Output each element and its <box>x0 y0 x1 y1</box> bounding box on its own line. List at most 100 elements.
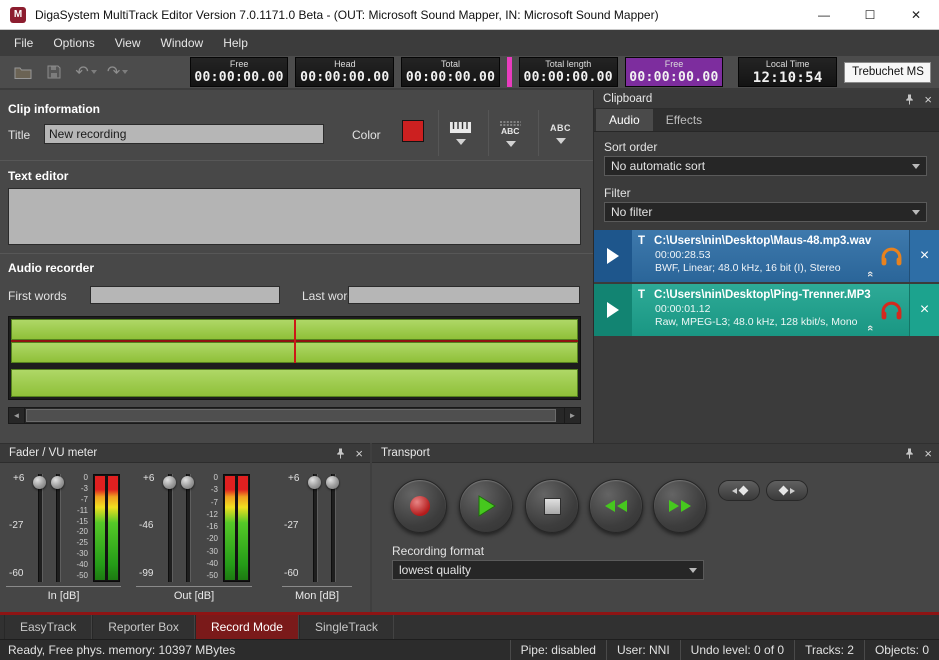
tab-effects[interactable]: Effects <box>653 109 715 131</box>
text-editor-area[interactable] <box>8 188 581 245</box>
clipboard-entry-1[interactable]: T C:\Users\nin\Desktop\Maus-48.mp3.wav 0… <box>594 230 939 282</box>
maximize-button[interactable]: ☐ <box>847 0 893 30</box>
time-label: Total length <box>545 59 591 70</box>
window-title: DigaSystem MultiTrack Editor Version 7.0… <box>35 8 659 22</box>
audio-recorder-title: Audio recorder <box>8 261 94 275</box>
mon-group-label: Mon [dB] <box>282 586 352 602</box>
abc-button[interactable]: ABC <box>538 110 582 156</box>
fader-knob[interactable] <box>181 476 194 489</box>
marker-in-button[interactable] <box>718 480 760 501</box>
time-label: Local Time <box>766 59 810 70</box>
sort-order-label: Sort order <box>604 140 657 154</box>
menubar: File Options View Window Help <box>0 30 939 56</box>
entry-close-button[interactable]: × <box>909 230 939 282</box>
toolbar: ↶ ↷ Free 00:00:00.00 Head 00:00:00.00 To… <box>0 56 939 90</box>
fader-mon-right[interactable] <box>326 474 340 582</box>
sort-order-select[interactable]: No automatic sort <box>604 156 927 176</box>
menu-window[interactable]: Window <box>151 31 214 55</box>
filter-select[interactable]: No filter <box>604 202 927 222</box>
fader-knob[interactable] <box>308 476 321 489</box>
menu-view[interactable]: View <box>105 31 151 55</box>
fader-mon-left[interactable] <box>308 474 322 582</box>
font-select-button[interactable]: Trebuchet MS <box>844 62 931 83</box>
save-button[interactable] <box>40 59 70 85</box>
close-panel-icon[interactable]: × <box>355 447 363 460</box>
headphones-icon <box>880 246 903 267</box>
entry-close-button[interactable]: × <box>909 284 939 336</box>
pin-icon[interactable] <box>904 94 915 105</box>
play-icon <box>476 494 497 518</box>
vu-bar-right <box>238 476 248 580</box>
tab-singletrack[interactable]: SingleTrack <box>299 615 394 639</box>
pin-icon[interactable] <box>335 448 346 459</box>
fader-knob[interactable] <box>326 476 339 489</box>
pin-icon[interactable] <box>904 448 915 459</box>
collapse-chevrons-icon[interactable]: « <box>866 271 874 277</box>
fader-knob[interactable] <box>163 476 176 489</box>
first-words-input[interactable] <box>90 286 280 304</box>
headphones-icon <box>880 300 903 321</box>
recorder-waveform-display[interactable] <box>8 316 581 400</box>
collapse-chevrons-icon[interactable]: « <box>866 325 874 331</box>
toolbar-magenta-stripe <box>507 57 512 87</box>
clipboard-tabs: Audio Effects <box>594 109 939 132</box>
close-panel-icon[interactable]: × <box>924 93 932 106</box>
menu-options[interactable]: Options <box>43 31 104 55</box>
redo-dropdown-arrow <box>122 70 128 74</box>
last-words-input[interactable] <box>348 286 580 304</box>
fader-out-right[interactable] <box>181 474 195 582</box>
prelisten-button[interactable] <box>874 230 909 282</box>
redo-button[interactable]: ↷ <box>103 59 133 85</box>
tab-record-mode[interactable]: Record Mode <box>195 615 299 639</box>
fader-out-left[interactable] <box>163 474 177 582</box>
recording-format-select[interactable]: lowest quality <box>392 560 704 580</box>
clip-color-swatch[interactable] <box>402 120 424 142</box>
entry-duration: 00:00:01.12 <box>655 303 870 315</box>
fast-forward-button[interactable] <box>653 479 707 533</box>
playhead-cursor[interactable] <box>294 319 296 363</box>
menu-file[interactable]: File <box>4 31 43 55</box>
tab-reporter-box[interactable]: Reporter Box <box>92 615 195 639</box>
fader-knob[interactable] <box>33 476 46 489</box>
track-marker: T <box>638 289 645 301</box>
fader-in-right[interactable] <box>51 474 65 582</box>
tab-audio[interactable]: Audio <box>596 109 653 131</box>
menu-help[interactable]: Help <box>213 31 258 55</box>
scroll-right-arrow[interactable]: ► <box>564 408 580 423</box>
vu-bar-right <box>108 476 118 580</box>
open-file-button[interactable] <box>8 59 38 85</box>
mon-range-mid: -27 <box>284 520 298 531</box>
play-button[interactable] <box>459 479 513 533</box>
minimize-button[interactable]: — <box>801 0 847 30</box>
time-display-head: Head 00:00:00.00 <box>295 57 394 87</box>
scrollbar-thumb[interactable] <box>26 409 556 422</box>
tab-easytrack[interactable]: EasyTrack <box>4 615 92 639</box>
clip-title-input[interactable] <box>44 124 324 144</box>
diamond-icon <box>738 486 748 496</box>
arrow-right-icon <box>790 488 795 494</box>
record-button[interactable] <box>393 479 447 533</box>
abc-table-button[interactable]: ABC <box>488 110 532 156</box>
keyboard-layout-button[interactable] <box>438 110 482 156</box>
entry-play-button[interactable] <box>594 284 632 336</box>
prelisten-button[interactable] <box>874 284 909 336</box>
color-label: Color <box>352 128 381 142</box>
entry-play-button[interactable] <box>594 230 632 282</box>
out-db-scale: 0-3-7-12-16-20-30-40-50 <box>196 474 218 580</box>
close-button[interactable]: ✕ <box>893 0 939 30</box>
close-panel-icon[interactable]: × <box>924 447 932 460</box>
status-message: Ready, Free phys. memory: 10397 MBytes <box>0 640 510 660</box>
undo-button[interactable]: ↶ <box>71 59 101 85</box>
waveform-scrollbar[interactable]: ◄ ► <box>8 407 581 424</box>
marker-out-button[interactable] <box>766 480 808 501</box>
clipboard-entry-2[interactable]: T C:\Users\nin\Desktop\Ping-Trenner.MP3 … <box>594 284 939 336</box>
transport-title: Transport <box>381 447 430 459</box>
fader-in-left[interactable] <box>33 474 47 582</box>
stop-button[interactable] <box>525 479 579 533</box>
main-editor-panel: Clip information Title Color ABC ABC Tex… <box>0 90 593 443</box>
rewind-button[interactable] <box>589 479 643 533</box>
fader-knob[interactable] <box>51 476 64 489</box>
scroll-left-arrow[interactable]: ◄ <box>9 408 25 423</box>
out-range-mid: -46 <box>139 520 153 531</box>
undo-icon: ↶ <box>75 62 88 82</box>
